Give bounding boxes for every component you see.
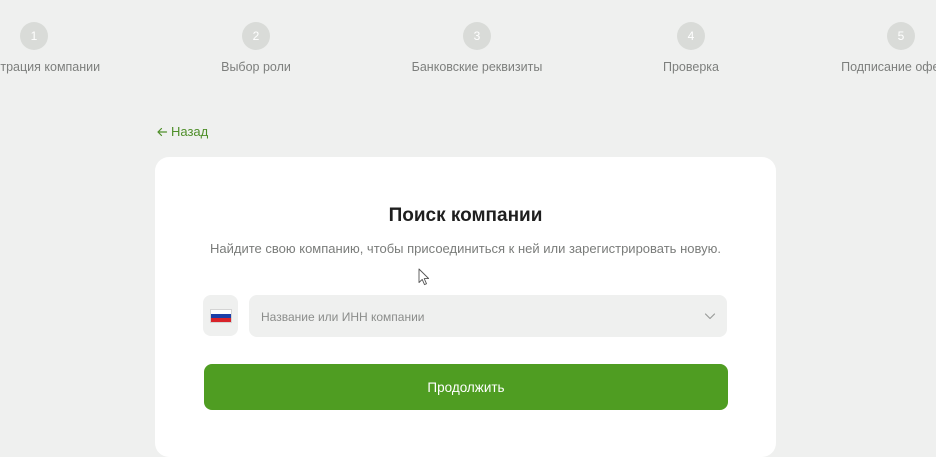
- russia-flag-icon: [209, 308, 232, 323]
- step-3: 3 Банковские реквизиты: [397, 22, 557, 76]
- page-subtitle: Найдите свою компанию, чтобы присоединит…: [210, 241, 721, 256]
- step-2-number: 2: [242, 22, 270, 50]
- step-1-number: 1: [20, 22, 48, 50]
- step-4-number: 4: [677, 22, 705, 50]
- step-5: 5 Подписание оферты: [821, 22, 936, 76]
- step-2-label: Выбор роли: [221, 60, 291, 74]
- step-4: 4 Проверка: [611, 22, 771, 76]
- company-search-select[interactable]: [249, 295, 727, 339]
- back-link[interactable]: Назад: [156, 124, 208, 139]
- step-4-label: Проверка: [663, 60, 719, 74]
- company-search-input[interactable]: [259, 295, 693, 339]
- arrow-left-icon: [157, 127, 168, 136]
- progress-stepper: 1 Регистрация компании 2 Выбор роли 3 Ба…: [0, 0, 936, 100]
- back-link-label: Назад: [171, 124, 209, 139]
- step-1: 1 Регистрация компании: [0, 22, 114, 76]
- country-select-button[interactable]: [203, 295, 238, 336]
- continue-button[interactable]: Продолжить: [204, 364, 728, 410]
- chevron-down-icon[interactable]: [703, 309, 717, 323]
- mouse-cursor-icon: [418, 268, 430, 286]
- step-1-label: Регистрация компании: [0, 60, 101, 74]
- company-search-card: Поиск компании Найдите свою компанию, чт…: [155, 157, 776, 457]
- step-2: 2 Выбор роли: [176, 22, 336, 76]
- step-5-number: 5: [887, 22, 915, 50]
- step-3-label: Банковские реквизиты: [411, 60, 543, 74]
- page-title: Поиск компании: [388, 205, 543, 226]
- step-3-number: 3: [463, 22, 491, 50]
- step-5-label: Подписание оферты: [841, 60, 936, 74]
